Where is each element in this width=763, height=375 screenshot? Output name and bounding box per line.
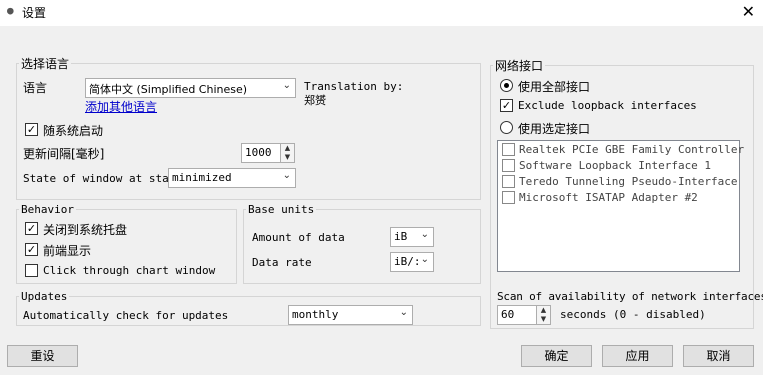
data-rate-label: Data rate xyxy=(252,256,312,269)
amount-of-data-select[interactable]: iB ⌄ xyxy=(390,227,434,247)
always-on-top-label: 前端显示 xyxy=(43,244,92,258)
close-icon[interactable]: ✕ xyxy=(742,2,755,21)
checkmark-icon: ✓ xyxy=(501,99,512,112)
base-units-group-title: Base units xyxy=(246,203,317,216)
always-on-top-checkbox[interactable]: ✓ xyxy=(25,243,38,256)
chevron-down-icon: ⌄ xyxy=(282,170,291,181)
language-select[interactable]: 简体中文 (Simplified Chinese) ⌄ xyxy=(85,78,296,98)
interface-item: Software Loopback Interface 1 xyxy=(519,159,712,172)
scan-interval-input[interactable]: 60 xyxy=(497,305,537,325)
data-rate-select[interactable]: iB/: ⌄ xyxy=(390,252,434,272)
checkmark-icon: ✓ xyxy=(26,243,37,256)
exclude-loopback-label: Exclude loopback interfaces xyxy=(518,99,697,112)
scan-interval-value: 60 xyxy=(501,308,515,321)
auto-check-select[interactable]: monthly ⌄ xyxy=(288,305,413,325)
network-group-title: 网络接口 xyxy=(493,57,546,74)
app-icon: ● xyxy=(7,4,14,17)
autostart-checkbox[interactable]: ✓ xyxy=(25,123,38,136)
interface-checkbox[interactable] xyxy=(502,159,515,172)
cancel-button[interactable]: 取消 xyxy=(683,345,754,367)
window-state-value: minimized xyxy=(172,171,232,184)
window-title: 设置 xyxy=(22,6,47,20)
interface-item: Realtek PCIe GBE Family Controller xyxy=(519,143,745,156)
chevron-down-icon: ⌄ xyxy=(420,254,429,265)
autostart-label: 随系统启动 xyxy=(43,124,104,138)
window-state-label: State of window at start xyxy=(23,172,182,185)
interface-checkbox[interactable] xyxy=(502,175,515,188)
language-label: 语言 xyxy=(23,81,48,95)
updates-group-title: Updates xyxy=(19,290,70,303)
use-all-label: 使用全部接口 xyxy=(518,80,591,94)
interface-checkbox[interactable] xyxy=(502,143,515,156)
click-through-label: Click through chart window xyxy=(43,264,216,277)
amount-of-data-value: iB xyxy=(394,230,408,243)
behavior-group-title: Behavior xyxy=(19,203,76,216)
interface-item: Microsoft ISATAP Adapter #2 xyxy=(519,191,698,204)
auto-check-value: monthly xyxy=(292,308,339,321)
amount-of-data-label: Amount of data xyxy=(252,231,345,244)
interface-item: Teredo Tunneling Pseudo-Interface xyxy=(519,175,738,188)
title-bar: ● 设置 ✕ xyxy=(0,0,763,26)
click-through-checkbox[interactable] xyxy=(25,264,38,277)
close-to-tray-label: 关闭到系统托盘 xyxy=(43,223,128,237)
scan-interval-label: Scan of availability of network interfac… xyxy=(497,290,763,303)
scan-interval-suffix: seconds (0 - disabled) xyxy=(560,308,706,321)
ok-button[interactable]: 确定 xyxy=(521,345,592,367)
chevron-down-icon: ⌄ xyxy=(420,229,429,240)
scan-interval-spinner[interactable]: ▲ ▼ xyxy=(536,305,551,325)
interface-checkbox[interactable] xyxy=(502,191,515,204)
use-selected-label: 使用选定接口 xyxy=(518,122,591,136)
update-interval-value: 1000 xyxy=(245,146,272,159)
close-to-tray-checkbox[interactable]: ✓ xyxy=(25,222,38,235)
data-rate-value: iB/: xyxy=(394,255,421,268)
window-state-select[interactable]: minimized ⌄ xyxy=(168,168,296,188)
language-select-value: 简体中文 (Simplified Chinese) xyxy=(89,83,248,96)
use-all-radio[interactable] xyxy=(500,79,513,92)
auto-check-label: Automatically check for updates xyxy=(23,309,229,322)
translator-name: 郑赟 xyxy=(304,94,326,107)
chevron-down-icon: ⌄ xyxy=(399,307,408,318)
update-interval-spinner[interactable]: ▲ ▼ xyxy=(280,143,295,163)
radio-dot-icon xyxy=(504,83,509,88)
update-interval-label: 更新间隔[毫秒] xyxy=(23,147,105,161)
reset-button[interactable]: 重设 xyxy=(7,345,78,367)
add-language-link[interactable]: 添加其他语言 xyxy=(85,98,157,115)
language-group-title: 选择语言 xyxy=(19,55,72,72)
exclude-loopback-checkbox[interactable]: ✓ xyxy=(500,99,513,112)
apply-button[interactable]: 应用 xyxy=(602,345,673,367)
checkmark-icon: ✓ xyxy=(26,123,37,136)
checkmark-icon: ✓ xyxy=(26,222,37,235)
update-interval-input[interactable]: 1000 xyxy=(241,143,281,163)
chevron-down-icon: ⌄ xyxy=(282,80,291,91)
use-selected-radio[interactable] xyxy=(500,121,513,134)
